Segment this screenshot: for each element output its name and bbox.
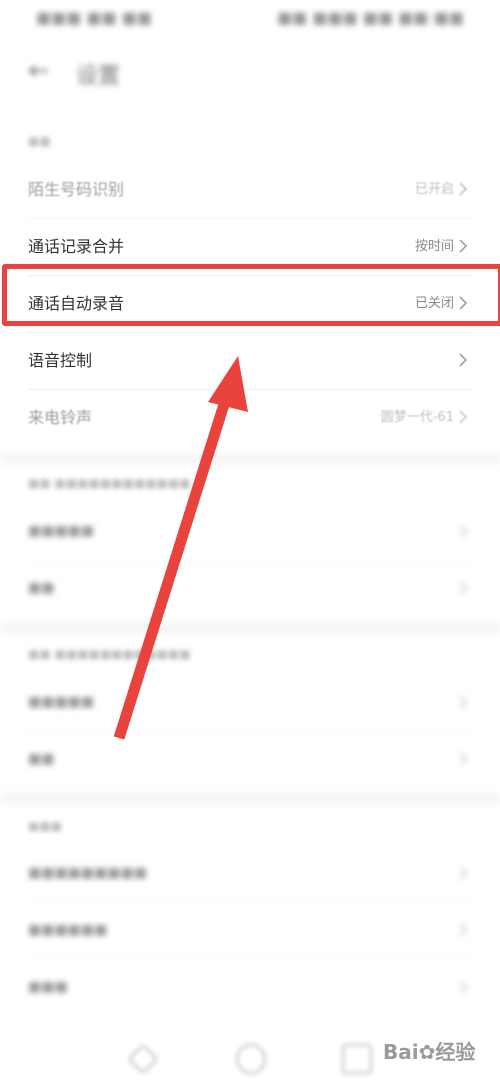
baidu-paw-icon: ✿: [418, 1040, 436, 1064]
watermark: Bai✿经验: [383, 1040, 476, 1064]
annotation-arrow: [113, 356, 248, 740]
nav-recents-icon[interactable]: [342, 1044, 372, 1074]
nav-back-icon[interactable]: [127, 1043, 159, 1075]
nav-home-icon[interactable]: [236, 1044, 266, 1074]
